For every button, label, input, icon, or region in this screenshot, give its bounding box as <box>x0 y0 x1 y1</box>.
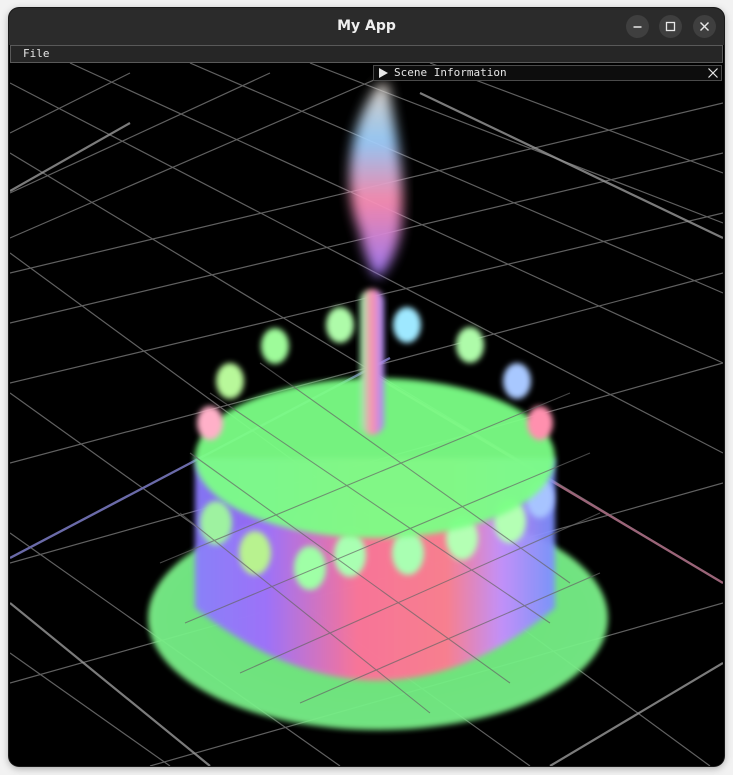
minimize-icon <box>633 26 642 28</box>
minimize-button[interactable] <box>626 15 649 38</box>
triangle-right-icon[interactable] <box>379 68 388 78</box>
candle <box>360 289 384 435</box>
close-icon <box>700 22 709 31</box>
scene-render <box>10 63 723 766</box>
menu-file[interactable]: File <box>21 46 52 62</box>
maximize-button[interactable] <box>659 15 682 38</box>
maximize-icon <box>665 21 676 32</box>
close-icon[interactable] <box>708 68 718 78</box>
3d-viewport[interactable]: Scene Information <box>10 63 723 766</box>
menu-bar: File <box>10 45 723 63</box>
scene-information-panel[interactable]: Scene Information <box>373 65 722 81</box>
window-title: My App <box>337 18 396 34</box>
flame <box>349 83 403 278</box>
app-window: My App File Scene Information <box>9 8 724 766</box>
scene-information-title[interactable]: Scene Information <box>394 66 507 80</box>
close-button[interactable] <box>693 15 716 38</box>
title-bar[interactable]: My App <box>9 8 724 45</box>
